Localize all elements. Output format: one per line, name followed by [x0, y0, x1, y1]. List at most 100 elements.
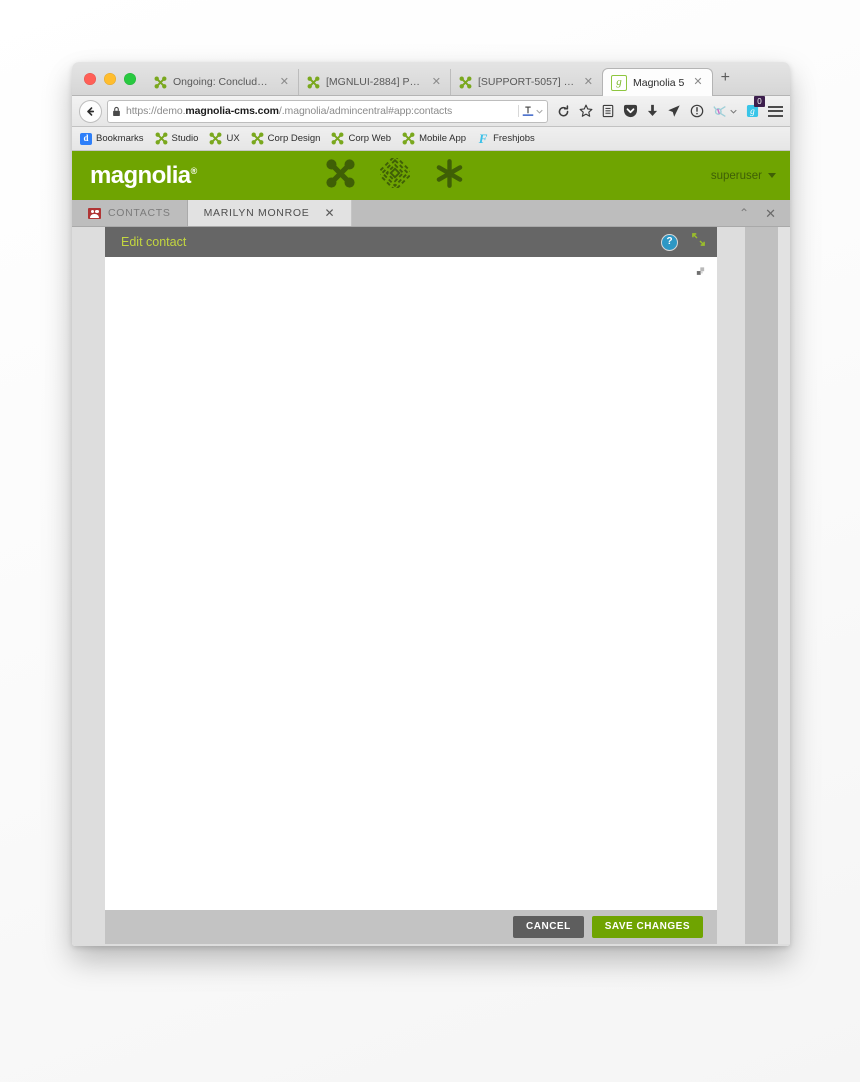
- workspace-bottom-strip: [72, 944, 790, 946]
- app-tabbar-controls: ⌃ ✕: [725, 200, 790, 226]
- window-maximize-button[interactable]: [124, 72, 136, 85]
- bookmark-freshjobs[interactable]: F Freshjobs: [477, 131, 535, 146]
- workspace-side-rail[interactable]: [745, 227, 778, 944]
- workspace-right-edge: [778, 227, 790, 944]
- loading-spinner-glyph: [696, 267, 705, 275]
- bookmark-ux[interactable]: UX: [209, 132, 240, 145]
- downloads-button[interactable]: [647, 104, 658, 118]
- user-name: superuser: [710, 169, 762, 182]
- save-changes-button[interactable]: SAVE CHANGES: [591, 916, 703, 938]
- magnolia-g-icon: g: [611, 74, 627, 91]
- devtools-icon: [713, 105, 726, 117]
- hamburger-line: [768, 110, 783, 112]
- close-app-icon[interactable]: ✕: [765, 207, 776, 220]
- back-button[interactable]: [79, 99, 102, 123]
- favorites-asterisk-glyph: [436, 158, 462, 188]
- browser-tab-3[interactable]: [SUPPORT-5057] M... ✕: [450, 69, 602, 95]
- maximize-glyph: [692, 233, 705, 246]
- menu-hamburger-button[interactable]: [768, 105, 783, 117]
- app-tab-close-icon[interactable]: ✕: [324, 206, 335, 220]
- bookmark-label: Freshjobs: [493, 133, 535, 144]
- back-arrow-icon: [87, 106, 95, 116]
- magnolia-x-icon: [251, 132, 264, 145]
- magnolia-x-icon: [307, 76, 320, 88]
- magnolia-logo[interactable]: magnolia®: [90, 161, 205, 189]
- favorites-asterisk-icon[interactable]: [434, 158, 465, 194]
- bookmark-corp-web[interactable]: Corp Web: [331, 132, 391, 145]
- pocket-icon: [623, 104, 638, 118]
- bookmark-star-button[interactable]: [579, 104, 593, 118]
- magnolia-app-tabbar: CONTACTS MARILYN MONROE ✕ ⌃ ✕: [72, 200, 790, 227]
- magnolia-wordmark: magnolia: [90, 161, 191, 189]
- cancel-button[interactable]: CANCEL: [513, 916, 584, 938]
- magnolia-x-icon: [155, 132, 167, 145]
- app-tab-marilyn-monroe[interactable]: MARILYN MONROE ✕: [187, 200, 353, 226]
- magnolia-x-icon: [459, 76, 472, 88]
- bookmark-studio[interactable]: Studio: [155, 132, 198, 145]
- browser-toolbar-icons: g 0: [553, 96, 783, 118]
- pocket-button[interactable]: [623, 104, 638, 118]
- browser-tab-4-close-icon[interactable]: ✕: [690, 77, 705, 88]
- pulse-icon[interactable]: [376, 154, 414, 193]
- magnolia-x-icon: [209, 132, 222, 145]
- loading-spinner-icon: [695, 265, 706, 276]
- svg-text:g: g: [750, 107, 755, 117]
- freshjobs-icon: F: [478, 131, 488, 146]
- bookmarks-folder-icon: d: [80, 132, 92, 145]
- dialog-header: Edit contact ?: [105, 227, 717, 257]
- bookmark-label: Bookmarks: [96, 133, 144, 144]
- browser-tab-4-active[interactable]: g Magnolia 5 ✕: [602, 68, 713, 96]
- browser-tab-1-title: Ongoing: Conclude t...: [173, 76, 271, 88]
- devtools-button[interactable]: [713, 105, 737, 118]
- bookmark-corp-design[interactable]: Corp Design: [251, 132, 321, 145]
- browser-tab-strip: Ongoing: Conclude t... ✕ [MGNLUI-2884] P…: [72, 62, 790, 96]
- bookmark-label: Corp Design: [267, 133, 321, 144]
- app-tab-marilyn-monroe-label: MARILYN MONROE: [203, 207, 310, 219]
- pulse-glyph: [376, 154, 414, 192]
- browser-tab-2[interactable]: [MGNLUI-2884] Pres... ✕: [298, 69, 450, 95]
- url-text: https://demo.magnolia-cms.com/.magnolia/…: [126, 105, 513, 117]
- reload-button[interactable]: [557, 104, 570, 118]
- window-close-button[interactable]: [84, 72, 96, 85]
- bookmark-mobile-app[interactable]: Mobile App: [402, 132, 466, 145]
- bookmark-label: Mobile App: [419, 133, 467, 144]
- window-controls: [72, 62, 146, 95]
- browser-tab-2-close-icon[interactable]: ✕: [429, 76, 444, 88]
- page-info-button[interactable]: [690, 104, 704, 118]
- url-bar[interactable]: https://demo.magnolia-cms.com/.magnolia/…: [107, 99, 548, 123]
- url-scheme: https://demo.: [126, 105, 186, 117]
- window-minimize-button[interactable]: [104, 72, 116, 85]
- dialog-header-controls: ?: [661, 233, 705, 251]
- bookmark-label: Corp Web: [348, 133, 392, 144]
- reader-mode-button[interactable]: [518, 105, 543, 117]
- browser-tab-3-title: [SUPPORT-5057] M...: [478, 76, 575, 88]
- browser-tab-3-close-icon[interactable]: ✕: [581, 76, 596, 88]
- extension-button[interactable]: g 0: [746, 96, 765, 118]
- user-menu[interactable]: superuser: [711, 170, 776, 182]
- apps-launcher-icon[interactable]: [325, 158, 356, 194]
- bookmarks-bar: d Bookmarks Studio UX Corp Design Corp W…: [72, 127, 790, 151]
- magnolia-header-icon-group: [325, 154, 465, 194]
- page-info-icon: [690, 104, 704, 118]
- bookmark-bookmarks[interactable]: d Bookmarks: [80, 132, 144, 145]
- browser-tab-1[interactable]: Ongoing: Conclude t... ✕: [146, 69, 298, 95]
- maximize-icon[interactable]: [692, 233, 705, 251]
- collapse-tabbar-icon[interactable]: ⌃: [739, 207, 749, 219]
- send-tab-button[interactable]: [667, 104, 681, 118]
- browser-nav-bar: https://demo.magnolia-cms.com/.magnolia/…: [72, 96, 790, 127]
- reading-list-icon: [602, 104, 614, 118]
- magnolia-x-icon: [332, 132, 344, 145]
- help-icon[interactable]: ?: [661, 233, 678, 251]
- screenshot-canvas: Ongoing: Conclude t... ✕ [MGNLUI-2884] P…: [0, 0, 860, 1082]
- new-tab-button[interactable]: +: [713, 69, 740, 88]
- reader-mode-icon: [522, 106, 534, 116]
- browser-tab-1-close-icon[interactable]: ✕: [277, 76, 292, 88]
- url-host: magnolia-cms.com: [185, 105, 279, 117]
- apps-launcher-glyph: [326, 158, 355, 188]
- reading-list-button[interactable]: [602, 104, 614, 118]
- dialog-footer: CANCEL SAVE CHANGES: [105, 910, 717, 944]
- app-tab-contacts[interactable]: CONTACTS: [72, 200, 188, 226]
- extension-badge: 0: [754, 96, 765, 107]
- browser-window: Ongoing: Conclude t... ✕ [MGNLUI-2884] P…: [72, 62, 790, 946]
- bookmark-star-icon: [579, 104, 593, 117]
